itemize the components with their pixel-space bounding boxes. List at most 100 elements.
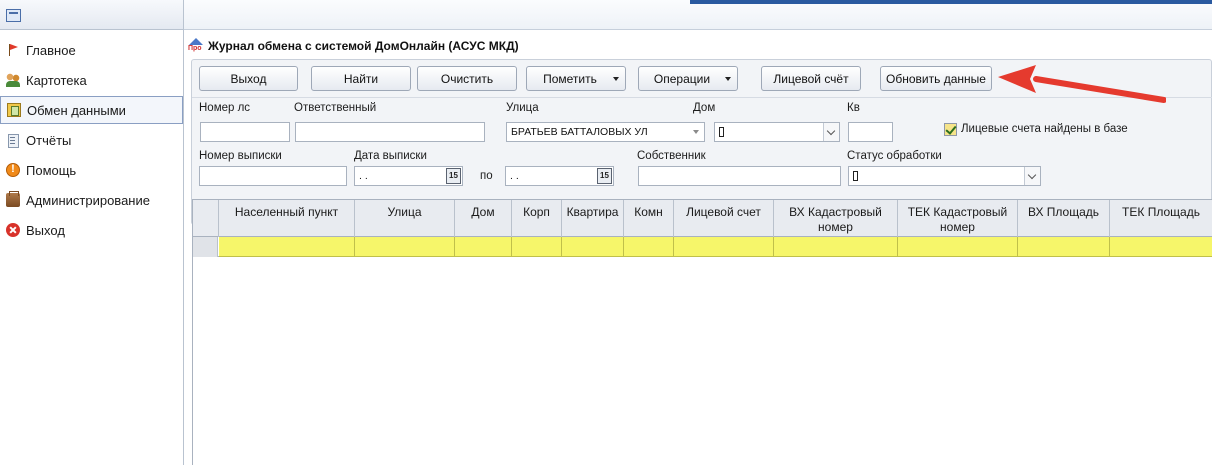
column-header[interactable]: Квартира [562, 200, 624, 237]
clear-button[interactable]: Очистить [417, 66, 517, 91]
sidebar: Главное Картотека Обмен данными Отчёты П… [0, 30, 184, 465]
grid-cell[interactable] [1110, 237, 1212, 257]
chevron-down-icon[interactable] [1024, 167, 1040, 185]
house-label: Дом [693, 102, 716, 114]
grid-cell[interactable] [355, 237, 455, 257]
grid-cell[interactable] [674, 237, 774, 257]
date-to-input[interactable]: . . 15 [505, 166, 614, 186]
column-header[interactable]: Дом [455, 200, 512, 237]
exit-button[interactable]: Выход [199, 66, 298, 91]
exit-icon [6, 223, 20, 237]
sidebar-item-cards[interactable]: Картотека [0, 66, 183, 94]
status-label: Статус обработки [847, 150, 942, 162]
date-from-value: . . [359, 170, 368, 182]
find-button[interactable]: Найти [311, 66, 411, 91]
responsible-input[interactable] [295, 122, 485, 142]
status-combo[interactable] [848, 166, 1041, 186]
account-button[interactable]: Лицевой счёт [761, 66, 861, 91]
empty-value-glyph [853, 171, 858, 181]
flag-icon [6, 43, 20, 57]
grid-cell[interactable] [624, 237, 674, 257]
apt-input[interactable] [848, 122, 893, 142]
sidebar-item-label: Отчёты [26, 132, 72, 148]
found-in-db-label: Лицевые счета найдены в базе [961, 123, 1128, 135]
chevron-down-icon [725, 77, 731, 81]
grid-header: Населенный пункт Улица Дом Корп Квартира… [193, 200, 1212, 237]
column-header[interactable]: ТЕК Кадастровый номер [898, 200, 1018, 237]
date-from-input[interactable]: . . 15 [354, 166, 463, 186]
account-no-input[interactable] [200, 122, 290, 142]
operations-dropdown-button[interactable]: Операции [638, 66, 738, 91]
app-logo-icon [188, 38, 204, 54]
mark-button-label: Пометить [543, 71, 597, 86]
column-header[interactable]: ТЕК Площадь [1110, 200, 1212, 237]
account-no-label: Номер лс [199, 102, 251, 114]
column-header[interactable]: Улица [355, 200, 455, 237]
reports-icon [6, 133, 20, 148]
table-row[interactable] [193, 237, 1212, 257]
app-header [184, 0, 1212, 30]
grid-cell[interactable] [219, 237, 355, 257]
sidebar-item-label: Помощь [26, 162, 77, 178]
exchange-icon [7, 103, 21, 117]
annotation-arrow-icon [998, 65, 1166, 103]
found-in-db-checkbox[interactable] [944, 123, 957, 136]
sidebar-item-reports[interactable]: Отчёты [0, 126, 183, 154]
column-header[interactable]: Лицевой счет [674, 200, 774, 237]
sidebar-item-data-exchange[interactable]: Обмен данными [0, 96, 183, 124]
column-header[interactable]: Корп [512, 200, 562, 237]
calendar-icon[interactable]: 15 [446, 168, 461, 184]
sidebar-item-help[interactable]: Помощь [0, 156, 183, 184]
apt-label: Кв [847, 102, 860, 114]
sidebar-item-label: Администрирование [26, 192, 150, 208]
page-title: Журнал обмена с системой ДомОнлайн (АСУС… [208, 39, 519, 53]
grid-cell[interactable] [1018, 237, 1110, 257]
people-icon [6, 73, 20, 87]
chevron-down-icon[interactable] [823, 123, 839, 141]
owner-label: Собственник [637, 150, 706, 162]
window-title-bar: Журнал обмена с системой ДомОнлайн (АСУС… [188, 34, 1212, 58]
house-combo[interactable] [714, 122, 840, 142]
street-label: Улица [506, 102, 539, 114]
street-combo[interactable]: БРАТЬЕВ БАТТАЛОВЫХ УЛ [506, 122, 705, 142]
column-header[interactable]: ВХ Площадь [1018, 200, 1110, 237]
chevron-down-icon [613, 77, 619, 81]
header-accent-line [690, 0, 1212, 4]
column-header[interactable]: ВХ Кадастровый номер [774, 200, 898, 237]
sidebar-item-label: Обмен данными [27, 102, 126, 118]
exchange-log-grid: Населенный пункт Улица Дом Корп Квартира… [192, 199, 1212, 465]
row-header[interactable] [193, 237, 218, 257]
column-header[interactable]: Комн [624, 200, 674, 237]
grid-cell[interactable] [562, 237, 624, 257]
statement-no-label: Номер выписки [199, 150, 282, 162]
help-icon [6, 163, 20, 177]
operations-button-label: Операции [653, 71, 711, 86]
window-menu-icon[interactable] [6, 9, 21, 22]
column-header[interactable]: Населенный пункт [219, 200, 355, 237]
grid-cell[interactable] [512, 237, 562, 257]
calendar-icon[interactable]: 15 [597, 168, 612, 184]
refresh-data-button[interactable]: Обновить данные [880, 66, 992, 91]
sidebar-item-label: Главное [26, 42, 76, 58]
grid-cell[interactable] [898, 237, 1018, 257]
date-to-separator: по [480, 170, 493, 182]
chevron-down-icon[interactable] [688, 123, 704, 141]
grid-row-header-corner [193, 200, 219, 237]
empty-value-glyph [719, 127, 724, 137]
statement-no-input[interactable] [199, 166, 347, 186]
owner-input[interactable] [638, 166, 841, 186]
grid-cell[interactable] [455, 237, 512, 257]
admin-icon [6, 191, 20, 207]
street-value: БРАТЬЕВ БАТТАЛОВЫХ УЛ [511, 126, 648, 138]
sidebar-item-main[interactable]: Главное [0, 36, 183, 64]
app-header-left [0, 0, 184, 30]
sidebar-item-label: Выход [26, 222, 65, 238]
sidebar-item-exit[interactable]: Выход [0, 216, 183, 244]
date-to-value: . . [510, 170, 519, 182]
sidebar-item-admin[interactable]: Администрирование [0, 186, 183, 214]
sidebar-item-label: Картотека [26, 72, 87, 88]
mark-dropdown-button[interactable]: Пометить [526, 66, 626, 91]
responsible-label: Ответственный [294, 102, 377, 114]
grid-cell[interactable] [774, 237, 898, 257]
statement-date-label: Дата выписки [354, 150, 427, 162]
